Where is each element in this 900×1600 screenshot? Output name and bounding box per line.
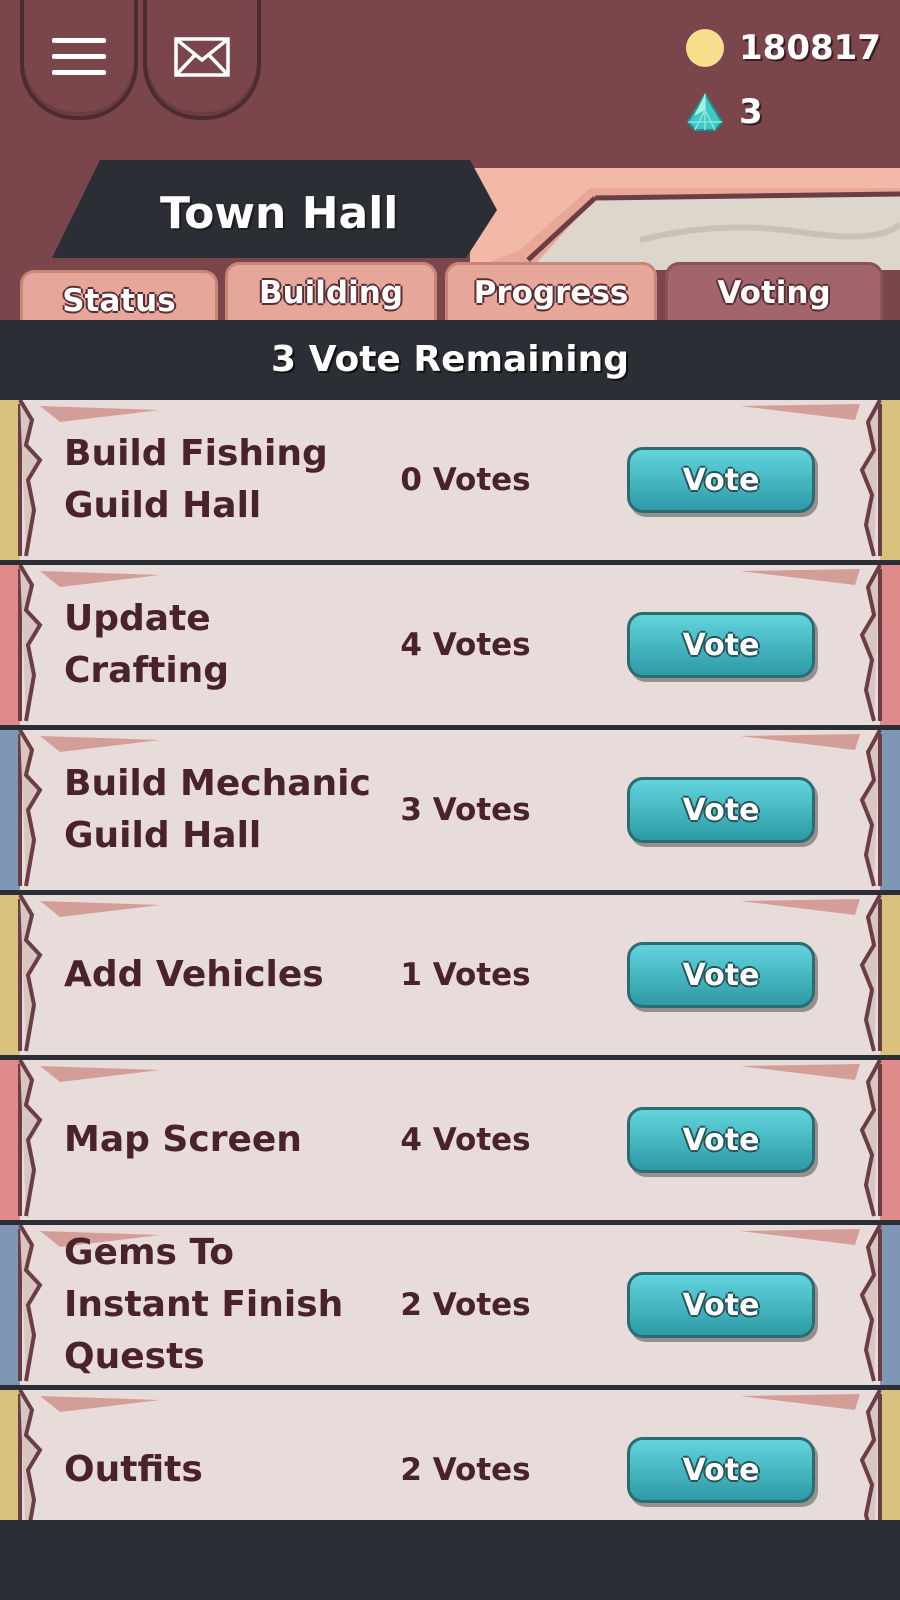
vote-item-count: 4 Votes — [400, 1122, 531, 1158]
vote-item: Map Screen 4 Votes Vote — [0, 1060, 900, 1220]
page-title: Town Hall — [160, 188, 399, 239]
tab-bar: Status Building Progress Voting — [0, 262, 900, 328]
gem-counter: 3 — [685, 92, 763, 132]
vote-button[interactable]: Vote — [627, 447, 815, 513]
coin-counter: 180817 — [685, 28, 881, 68]
title-banner — [0, 160, 900, 270]
votes-remaining-text: 3 Vote Remaining — [270, 338, 629, 380]
vote-item-title: Build Mechanic Guild Hall — [64, 763, 371, 856]
vote-item-title: Outfits — [64, 1449, 203, 1490]
hamburger-menu-icon — [52, 38, 106, 75]
vote-item: Build Fishing Guild Hall 0 Votes Vote — [0, 400, 900, 560]
tab-voting[interactable]: Voting — [665, 262, 883, 320]
vote-item-title: Update Crafting — [64, 598, 230, 691]
gem-icon — [685, 92, 725, 132]
vote-button[interactable]: Vote — [627, 1437, 815, 1503]
menu-button[interactable] — [20, 0, 138, 120]
vote-button[interactable]: Vote — [627, 612, 815, 678]
mail-button[interactable] — [143, 0, 261, 120]
vote-item-count: 3 Votes — [400, 792, 531, 828]
gold-coin-icon — [685, 28, 725, 68]
tab-progress[interactable]: Progress — [445, 262, 657, 320]
vote-button[interactable]: Vote — [627, 777, 815, 843]
vote-item-title: Build Fishing Guild Hall — [64, 433, 328, 526]
vote-button[interactable]: Vote — [627, 1272, 815, 1338]
vote-button[interactable]: Vote — [627, 942, 815, 1008]
vote-item-title: Gems To Instant Finish Quests — [64, 1232, 344, 1377]
vote-list[interactable]: Build Fishing Guild Hall 0 Votes Vote Updat… — [0, 400, 900, 1520]
vote-item: Update Crafting 4 Votes Vote — [0, 565, 900, 725]
vote-item-title: Map Screen — [64, 1119, 302, 1160]
gem-amount: 3 — [739, 92, 763, 132]
mail-envelope-icon — [174, 37, 230, 77]
vote-item-count: 4 Votes — [400, 627, 531, 663]
tab-building[interactable]: Building — [225, 262, 437, 320]
game-screen: 180817 3 Town Hall Status Building Progr… — [0, 0, 900, 1600]
vote-item-count: 2 Votes — [400, 1287, 531, 1323]
vote-item: Build Mechanic Guild Hall 3 Votes Vote — [0, 730, 900, 890]
vote-item-count: 0 Votes — [400, 462, 531, 498]
coin-amount: 180817 — [739, 28, 881, 68]
bottom-bar — [0, 1520, 900, 1600]
vote-item: Add Vehicles 1 Votes Vote — [0, 895, 900, 1055]
vote-item-count: 1 Votes — [400, 957, 531, 993]
vote-item: Outfits 2 Votes Vote — [0, 1390, 900, 1520]
vote-item: Gems To Instant Finish Quests 2 Votes Vote — [0, 1225, 900, 1385]
vote-item-count: 2 Votes — [400, 1452, 531, 1488]
votes-remaining-bar: 3 Vote Remaining — [0, 320, 900, 398]
vote-item-title: Add Vehicles — [64, 954, 324, 995]
vote-button[interactable]: Vote — [627, 1107, 815, 1173]
top-bar: 180817 3 Town Hall Status Building Progr… — [0, 0, 900, 328]
